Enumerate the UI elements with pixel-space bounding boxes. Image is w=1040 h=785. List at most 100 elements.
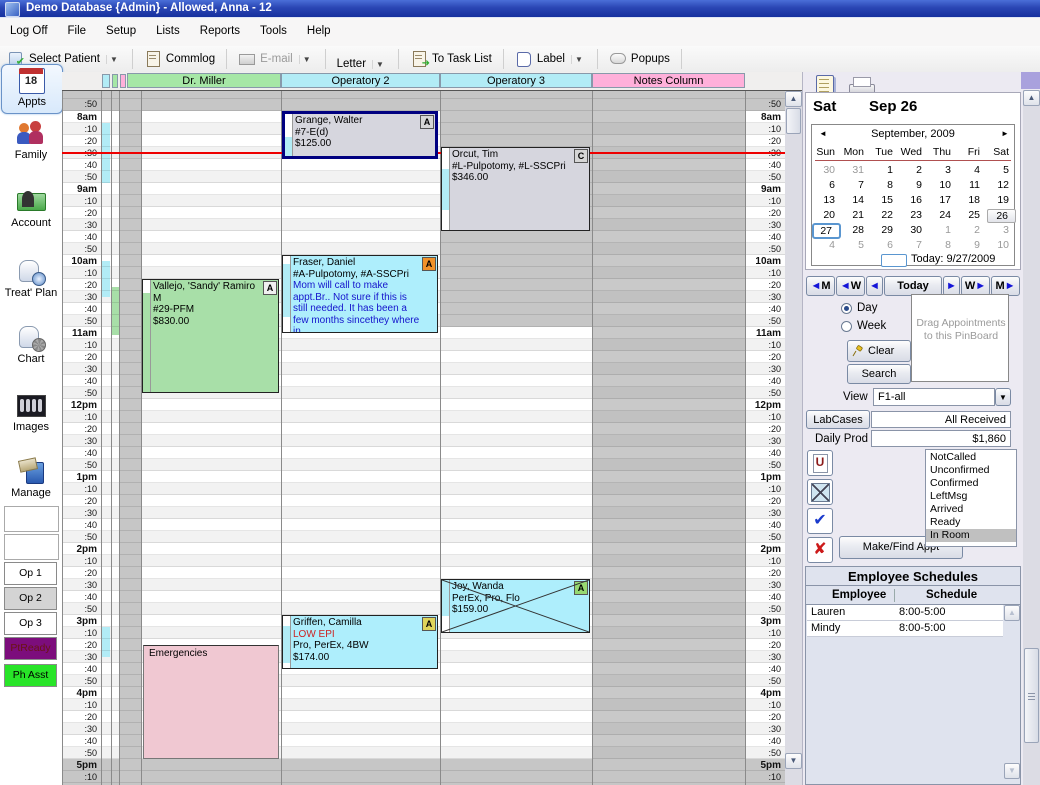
- op-button-phasst[interactable]: Ph Asst: [4, 664, 57, 687]
- appointment-fraser[interactable]: Fraser, Daniel#A-Pulpotomy, #A-SSCPriMom…: [282, 255, 438, 333]
- label-button[interactable]: Label▼: [509, 48, 592, 70]
- calendar-day[interactable]: 8: [871, 179, 900, 191]
- panel-scroll-up-button[interactable]: ▲: [1023, 90, 1040, 106]
- calendar-day[interactable]: 11: [958, 179, 987, 191]
- calendar-day[interactable]: 23: [900, 209, 929, 221]
- calendar-day[interactable]: 29: [871, 224, 900, 236]
- schedule-body[interactable]: :508am:10:20:30:40:509am:10:20:30:40:501…: [62, 90, 802, 785]
- calendar-day[interactable]: 17: [929, 194, 958, 206]
- sidebar-module-chart[interactable]: Chart: [1, 322, 61, 370]
- labcases-button[interactable]: LabCases: [806, 410, 870, 429]
- calendar-day[interactable]: 8: [929, 239, 958, 251]
- calendar-day-today[interactable]: 27: [812, 223, 841, 239]
- op-button-ptready[interactable]: PtReady: [4, 637, 57, 660]
- schedule-scroll-up-button[interactable]: ▲: [785, 91, 802, 107]
- sidebar-module-manage[interactable]: Manage: [1, 456, 61, 504]
- calendar-day[interactable]: 24: [929, 209, 958, 221]
- unscheduled-list-button[interactable]: U: [807, 450, 833, 476]
- schedule-scrollbar-thumb[interactable]: [786, 108, 801, 134]
- appointment-griffen[interactable]: Griffen, CamillaLOW EPIPro, PerEx, 4BW$1…: [282, 615, 438, 669]
- calendar-day[interactable]: 10: [987, 239, 1016, 251]
- employee-scroll-up-button[interactable]: ▲: [1004, 605, 1020, 621]
- calendar-day[interactable]: 13: [813, 194, 842, 206]
- dropdown-arrow-icon[interactable]: ▼: [106, 55, 121, 64]
- calendar-day[interactable]: 12: [987, 179, 1016, 191]
- calendar-day[interactable]: 20: [813, 209, 842, 221]
- calendar-day[interactable]: 18: [958, 194, 987, 206]
- panel-scrollbar-thumb[interactable]: [1024, 648, 1039, 743]
- calendar-day[interactable]: 4: [958, 164, 987, 176]
- appointment-orcut[interactable]: Orcut, Tim#L-Pulpotomy, #L-SSCPri$346.00…: [441, 147, 590, 231]
- calendar-day[interactable]: 3: [987, 224, 1016, 236]
- calendar-day[interactable]: 9: [958, 239, 987, 251]
- calendar-day[interactable]: 3: [929, 164, 958, 176]
- appointment-joy[interactable]: Joy, WandaPerEx, Pro, Flo$159.00A: [441, 579, 590, 633]
- sidebar-module-treatplan[interactable]: Treat' Plan: [1, 256, 61, 304]
- today-button[interactable]: Today: [884, 276, 942, 296]
- calendar-day[interactable]: 30: [813, 164, 842, 176]
- calendar-day[interactable]: 14: [842, 194, 871, 206]
- confirm-check-button[interactable]: ✔: [807, 508, 833, 534]
- clear-pinboard-button[interactable]: Clear: [847, 340, 911, 362]
- sidebar-module-images[interactable]: Images: [1, 390, 61, 438]
- status-item-inroom[interactable]: In Room: [926, 529, 1016, 542]
- schedule-scrollbar-track[interactable]: [785, 91, 802, 785]
- calendar-day[interactable]: 2: [958, 224, 987, 236]
- schedule-scroll-down-button[interactable]: ▼: [785, 753, 802, 769]
- employee-schedule-row[interactable]: Lauren8:00-5:00: [807, 605, 1003, 621]
- menu-item-tools[interactable]: Tools: [250, 18, 297, 43]
- status-item-ready[interactable]: Ready: [926, 516, 1016, 529]
- pinboard-slot-1[interactable]: [4, 506, 59, 532]
- appointment-grange[interactable]: Grange, Walter#7-E(d)$125.00A: [282, 111, 438, 159]
- calendar-day[interactable]: 16: [900, 194, 929, 206]
- menu-item-log-off[interactable]: Log Off: [0, 18, 58, 43]
- back-day-button[interactable]: ◄: [866, 276, 883, 296]
- forward-week-button[interactable]: W►: [961, 276, 990, 296]
- employee-schedule-row[interactable]: Mindy8:00-5:00: [807, 621, 1003, 637]
- calendar-day[interactable]: 4: [813, 239, 842, 251]
- provider-tab-3[interactable]: [120, 74, 126, 88]
- status-item-leftmsg[interactable]: LeftMsg: [926, 490, 1016, 503]
- menu-item-help[interactable]: Help: [297, 18, 341, 43]
- popups-button[interactable]: Popups: [603, 48, 676, 70]
- provider-tab-1[interactable]: [102, 74, 110, 88]
- calendar-day[interactable]: 21: [842, 209, 871, 221]
- calendar-day[interactable]: 1: [871, 164, 900, 176]
- calendar-day[interactable]: 5: [987, 164, 1016, 176]
- view-dropdown-arrow[interactable]: ▼: [995, 388, 1011, 406]
- op-button-op2[interactable]: Op 2: [4, 587, 57, 610]
- menu-item-reports[interactable]: Reports: [190, 18, 250, 43]
- menu-item-file[interactable]: File: [58, 18, 97, 43]
- calendar-day[interactable]: 28: [842, 224, 871, 236]
- column-header-operatory-2[interactable]: Operatory 2: [281, 73, 440, 88]
- calendar-day[interactable]: 15: [871, 194, 900, 206]
- sidebar-module-appts[interactable]: 18Appts: [1, 64, 63, 114]
- column-header-dr.-miller[interactable]: Dr. Miller: [127, 73, 281, 88]
- dropdown-arrow-icon[interactable]: ▼: [372, 60, 387, 69]
- employee-scroll-down-button[interactable]: ▼: [1004, 763, 1020, 779]
- calendar-day[interactable]: 6: [871, 239, 900, 251]
- confirmation-status-list[interactable]: NotCalledUnconfirmedConfirmedLeftMsgArri…: [925, 449, 1017, 547]
- menu-item-setup[interactable]: Setup: [96, 18, 146, 43]
- calendar-day[interactable]: 19: [987, 194, 1016, 206]
- radio-week[interactable]: [841, 321, 852, 332]
- calendar-day[interactable]: 30: [900, 224, 929, 236]
- view-dropdown[interactable]: F1-all: [873, 388, 995, 406]
- pinboard[interactable]: Drag Appointments to this PinBoard: [911, 294, 1009, 382]
- blockout-emergencies[interactable]: Emergencies: [143, 645, 279, 759]
- calendar-today-label[interactable]: Today: 9/27/2009: [911, 253, 995, 265]
- pinboard-slot-2[interactable]: [4, 534, 59, 560]
- op-button-op3[interactable]: Op 3: [4, 612, 57, 635]
- back-week-button[interactable]: ◄W: [836, 276, 865, 296]
- calendar-day[interactable]: 22: [871, 209, 900, 221]
- status-item-confirmed[interactable]: Confirmed: [926, 477, 1016, 490]
- radio-day[interactable]: [841, 303, 852, 314]
- calendar-day[interactable]: 9: [900, 179, 929, 191]
- calendar-day[interactable]: 7: [900, 239, 929, 251]
- calendar-day[interactable]: 1: [929, 224, 958, 236]
- calendar-day[interactable]: 7: [842, 179, 871, 191]
- forward-day-button[interactable]: ►: [943, 276, 960, 296]
- sidebar-module-account[interactable]: Account: [1, 186, 61, 234]
- column-header-notes-column[interactable]: Notes Column: [592, 73, 745, 88]
- calendar-day[interactable]: 10: [929, 179, 958, 191]
